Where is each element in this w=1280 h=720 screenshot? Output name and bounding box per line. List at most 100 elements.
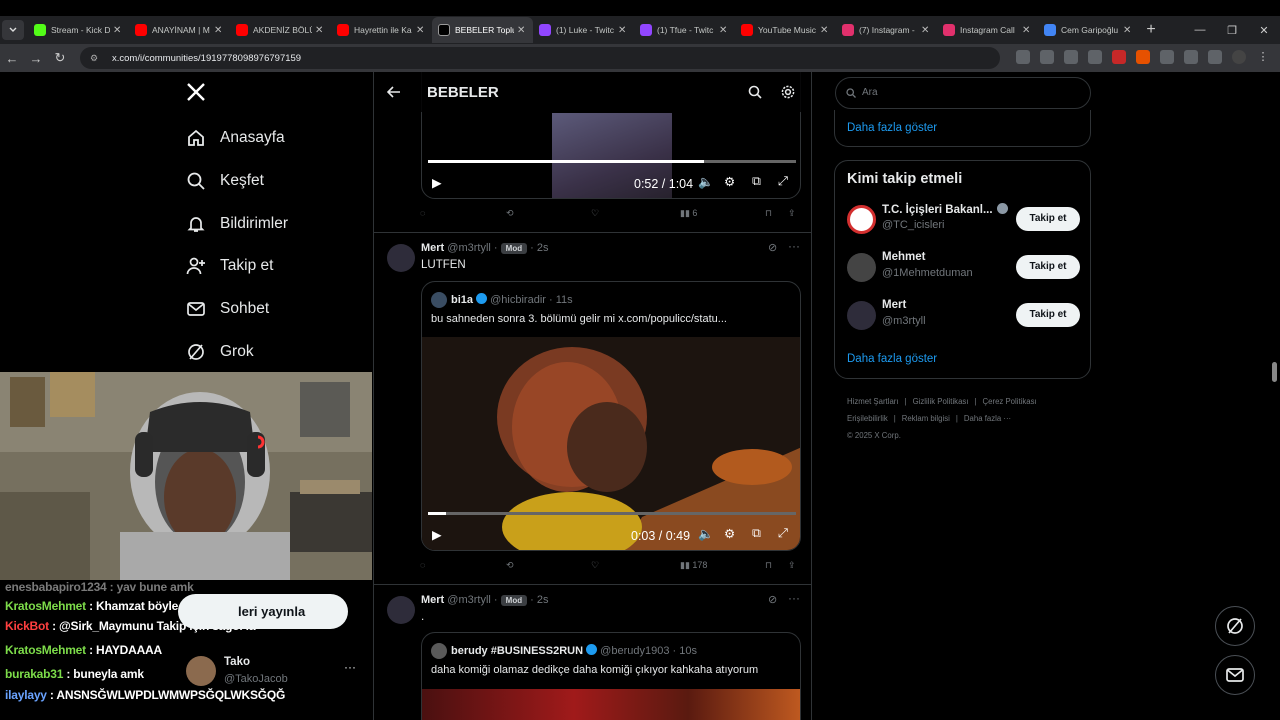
avatar[interactable]	[847, 205, 876, 234]
page-scrollbar[interactable]	[1269, 72, 1280, 720]
nav-notifications[interactable]: Bildirimler	[186, 214, 288, 234]
menu-icon[interactable]: ⋮	[1256, 50, 1270, 64]
forward-button[interactable]: →	[24, 51, 48, 66]
bookmark-icon[interactable]: ⊓	[765, 208, 772, 219]
search-input[interactable]: Ara	[835, 77, 1091, 109]
profile-avatar[interactable]	[1232, 50, 1246, 64]
footer-link[interactable]: Hizmet Şartları	[847, 397, 899, 406]
puzzle-icon[interactable]	[1184, 50, 1198, 64]
browser-tab[interactable]: Stream - Kick D ✕	[28, 17, 129, 43]
pip-icon[interactable]: ⧉	[752, 174, 761, 189]
quote-media[interactable]	[422, 689, 800, 720]
x-logo[interactable]	[186, 82, 206, 102]
new-tab-button[interactable]: +	[1139, 21, 1163, 39]
close-tab-icon[interactable]: ✕	[1123, 25, 1133, 36]
browser-tab[interactable]: (1) Tfue - Twitc ✕	[634, 17, 735, 43]
fullscreen-icon[interactable]: ⤢	[778, 526, 788, 541]
video-player[interactable]: ▶ 0:03 / 0:49 🔈 ⚙ ⧉ ⤢	[422, 337, 800, 550]
reload-button[interactable]: ↻	[48, 50, 72, 66]
author-name[interactable]: Mert	[421, 242, 444, 254]
tab-search-button[interactable]	[2, 20, 24, 40]
back-arrow-icon[interactable]	[387, 86, 401, 98]
footer-link[interactable]: Reklam bilgisi	[902, 414, 950, 423]
browser-tab[interactable]: Cem Garipoğlu ✕	[1038, 17, 1139, 43]
close-tab-icon[interactable]: ✕	[517, 25, 527, 36]
close-tab-icon[interactable]: ✕	[416, 25, 426, 36]
follow-suggestion[interactable]: Mert @m3rtyll Takip et	[847, 297, 1080, 337]
volume-icon[interactable]: 🔈	[698, 527, 714, 542]
browser-tab[interactable]: (7) Instagram - ✕	[836, 17, 937, 43]
close-tab-icon[interactable]: ✕	[1022, 25, 1032, 36]
tweet[interactable]: Mert @m3rtyll · Mod · 2s ⊘ ··· LUTFEN bi…	[374, 233, 811, 585]
follow-name[interactable]: Mehmet	[882, 251, 925, 263]
footer-link[interactable]: Gizlilik Politikası	[913, 397, 969, 406]
views-icon[interactable]: ▮▮ 6	[680, 208, 697, 219]
url-field[interactable]: ⚙ x.com/i/communities/191977809897679715…	[80, 47, 1000, 69]
close-tab-icon[interactable]: ✕	[719, 25, 729, 36]
media-icon[interactable]	[1208, 50, 1222, 64]
pip-icon[interactable]: ⧉	[752, 526, 761, 541]
browser-tab[interactable]: YouTube Music ✕	[735, 17, 836, 43]
author-handle[interactable]: @m3rtyll	[447, 594, 491, 606]
browser-tab[interactable]: BEBELER Toplu ✕	[432, 17, 533, 43]
site-info-icon[interactable]: ⚙	[90, 53, 104, 64]
extension-icon[interactable]	[1160, 50, 1174, 64]
footer-link[interactable]: Çerez Politikası	[983, 397, 1037, 406]
avatar[interactable]	[387, 596, 415, 624]
close-tab-icon[interactable]: ✕	[113, 25, 123, 36]
close-tab-icon[interactable]: ✕	[214, 25, 224, 36]
follow-button[interactable]: Takip et	[1016, 303, 1080, 327]
browser-tab[interactable]: Hayrettin ile Ka ✕	[331, 17, 432, 43]
video-progress-track[interactable]	[428, 512, 796, 515]
retweet-icon[interactable]: ⟲	[506, 560, 514, 571]
tweet[interactable]: Mert @m3rtyll · Mod · 2s ⊘ ··· . berudy …	[374, 585, 811, 720]
footer-link[interactable]: Daha fazla ···	[964, 414, 1011, 423]
more-icon[interactable]: ···	[344, 660, 356, 674]
follow-name[interactable]: T.C. İçişleri Bakanl...	[882, 203, 1008, 216]
more-icon[interactable]: ···	[788, 239, 800, 253]
grok-icon[interactable]: ⊘	[768, 241, 777, 254]
nav-follow[interactable]: Takip et	[186, 256, 273, 276]
browser-tab[interactable]: (1) Luke - Twitc ✕	[533, 17, 634, 43]
video-progress-track[interactable]	[428, 160, 796, 163]
share-icon[interactable]: ⇪	[788, 560, 796, 571]
browser-tab[interactable]: AKDENİZ BÖLÜ ✕	[230, 17, 331, 43]
gear-icon[interactable]	[781, 85, 795, 99]
avatar[interactable]	[847, 253, 876, 282]
nav-explore[interactable]: Keşfet	[186, 171, 264, 191]
reply-icon[interactable]: ◌	[420, 208, 425, 218]
show-more-link[interactable]: Daha fazla göster	[847, 353, 937, 365]
nav-grok[interactable]: Grok	[186, 342, 254, 362]
star-icon[interactable]	[1088, 50, 1102, 64]
grok-fab[interactable]	[1215, 606, 1255, 646]
nav-chat[interactable]: Sohbet	[186, 299, 269, 319]
reply-icon[interactable]: ◌	[420, 560, 425, 570]
extension-icon[interactable]	[1112, 50, 1126, 64]
share-icon[interactable]: ⇪	[788, 208, 796, 219]
fullscreen-icon[interactable]: ⤢	[778, 174, 788, 189]
close-window-button[interactable]: ✕	[1248, 24, 1280, 37]
volume-icon[interactable]: 🔈	[698, 175, 714, 190]
close-tab-icon[interactable]: ✕	[618, 25, 628, 36]
follow-button[interactable]: Takip et	[1016, 207, 1080, 231]
quote-tweet[interactable]: bi1a @hicbiradir · 11s bu sahneden sonra…	[421, 281, 801, 551]
restore-button[interactable]: ❐	[1216, 24, 1248, 37]
bookmark-icon[interactable]: ⊓	[765, 560, 772, 571]
like-icon[interactable]: ♡	[591, 560, 599, 571]
browser-tab[interactable]: Instagram Call ✕	[937, 17, 1038, 43]
post-button-popup[interactable]: leri yayınla	[178, 594, 348, 629]
play-button[interactable]: ▶	[432, 527, 442, 542]
quote-tweet[interactable]: berudy #BUSINESS2RUN @berudy1903 · 10s d…	[421, 632, 801, 720]
browser-tab[interactable]: ANAYİNAM | M ✕	[129, 17, 230, 43]
follow-name[interactable]: Mert	[882, 299, 906, 311]
follow-suggestion[interactable]: T.C. İçişleri Bakanl... @TC_icisleri Takip…	[847, 201, 1080, 241]
like-icon[interactable]: ♡	[591, 208, 599, 219]
author-handle[interactable]: @m3rtyll	[447, 242, 491, 254]
close-tab-icon[interactable]: ✕	[921, 25, 931, 36]
nav-home[interactable]: Anasayfa	[186, 128, 285, 148]
account-switcher[interactable]: Tako @TakoJacob ···	[186, 656, 366, 690]
grok-icon[interactable]: ⊘	[768, 593, 777, 606]
avatar[interactable]	[847, 301, 876, 330]
settings-icon[interactable]: ⚙	[724, 526, 735, 541]
follow-suggestion[interactable]: Mehmet @1Mehmetduman Takip et	[847, 249, 1080, 289]
